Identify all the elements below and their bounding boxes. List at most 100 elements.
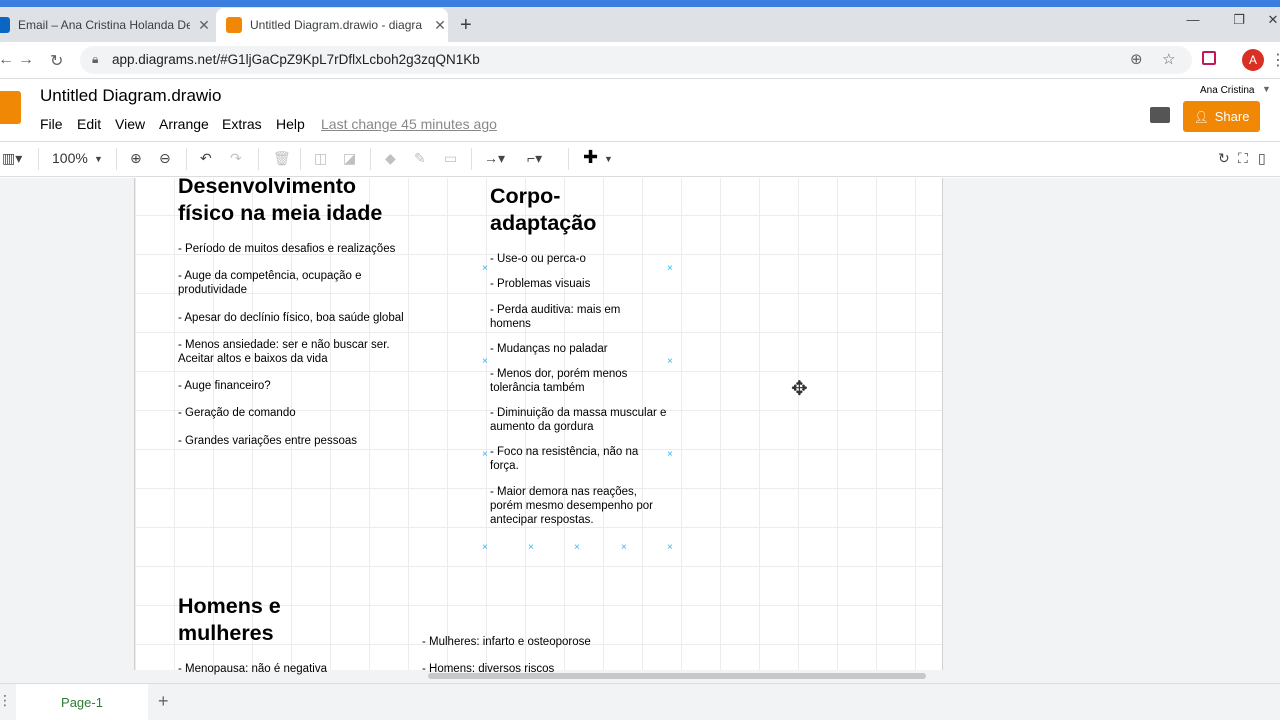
back-icon[interactable]: ← [0,51,14,69]
menu-help[interactable]: Help [276,116,305,132]
chevron-down-icon[interactable]: ▼ [604,154,613,164]
undo-icon[interactable]: ↶ [200,150,212,167]
browser-tab-title: Email – Ana Cristina Holanda De [18,18,190,32]
horizontal-scrollbar[interactable] [428,673,926,679]
forward-icon[interactable]: → [18,51,34,69]
install-icon[interactable]: ⊕ [1130,50,1143,68]
block2-item[interactable]: - Foco na resistência, não na força. [490,445,650,473]
chrome-menu-icon[interactable]: ⋮ [1270,50,1280,70]
last-change-link[interactable]: Last change 45 minutes ago [321,116,497,132]
diagram-canvas[interactable]: Desenvolvimento físico na meia idade - P… [0,178,1280,683]
block1-item[interactable]: - Auge da competência, ocupação e produt… [178,269,378,297]
insert-icon[interactable]: ✚ [583,147,598,168]
bookmark-star-icon[interactable]: ☆ [1162,50,1175,68]
lock-icon: 🔒︎ [92,52,99,66]
delete-icon[interactable]: 🗑︎ [273,150,291,167]
zoom-level[interactable]: 100% [52,150,88,166]
menu-file[interactable]: File [40,116,63,132]
selection-handle[interactable]: × [482,263,488,274]
toolbar-separator [258,148,259,170]
block2-title[interactable]: Corpo-adaptação [490,183,620,237]
fullscreen-icon[interactable]: ⛶ [1238,150,1248,167]
to-front-icon[interactable]: ◫ [314,150,327,167]
menu-extras[interactable]: Extras [222,116,262,132]
add-page-button[interactable]: + [158,691,169,712]
close-window-icon[interactable]: ✕ [1258,12,1280,28]
selection-handle[interactable]: × [574,542,580,553]
block2-item[interactable]: - Menos dor, porém menos tolerância tamb… [490,367,650,395]
block2-item[interactable]: - Mudanças no paladar [490,342,670,356]
close-tab-icon[interactable]: ✕ [196,17,212,34]
block2-item[interactable]: - Maior demora nas reações, porém mesmo … [490,485,665,527]
sync-icon[interactable]: ↻ [1218,150,1230,167]
toolbar-separator [186,148,187,170]
block1-item[interactable]: - Geração de comando [178,406,418,420]
toolbar-separator [38,148,39,170]
pages-menu-icon[interactable]: ⋮ [0,692,12,709]
connection-icon[interactable]: →▾ [484,150,505,167]
close-tab-icon[interactable]: ✕ [432,17,448,34]
document-title[interactable]: Untitled Diagram.drawio [40,86,221,106]
selection-handle[interactable]: × [667,263,673,274]
block1-item[interactable]: - Grandes variações entre pessoas [178,434,418,448]
share-label: Share [1214,109,1250,124]
menu-arrange[interactable]: Arrange [159,116,209,132]
waypoints-icon[interactable]: ⌐▾ [527,150,542,167]
restore-icon[interactable]: ❐ [1224,12,1254,28]
comment-icon[interactable] [1150,107,1170,123]
selection-handle[interactable]: × [482,356,488,367]
menu-edit[interactable]: Edit [77,116,101,132]
selection-handle[interactable]: × [667,356,673,367]
block1-title[interactable]: Desenvolvimento físico na meia idade [178,178,418,227]
browser-tab-drawio[interactable]: Untitled Diagram.drawio - diagra ✕ [216,8,448,42]
block1-item[interactable]: - Apesar do declínio físico, boa saúde g… [178,311,418,325]
format-toggle-icon[interactable]: ▯ [1258,150,1266,167]
extension-icon[interactable] [1202,51,1216,65]
block1-item[interactable]: - Período de muitos desafios e realizaçõ… [178,242,418,256]
selection-handle[interactable]: × [667,542,673,553]
shadow-icon[interactable]: ▭ [444,150,457,167]
toolbar-separator [300,148,301,170]
toolbar-separator [568,148,569,170]
format-panel-icon[interactable]: ▥▾ [2,150,22,167]
block1-item[interactable]: - Auge financeiro? [178,379,418,393]
menu-view[interactable]: View [115,116,145,132]
to-back-icon[interactable]: ◪ [343,150,356,167]
profile-avatar[interactable]: A [1242,49,1264,71]
block3-title[interactable]: Homens e mulheres [178,593,338,647]
share-button[interactable]: 👤︎ Share [1183,101,1260,132]
toolbar: ▥▾ 100% ▼ ⊕ ⊖ ↶ ↷ 🗑︎ ◫ ◪ ◆ ✎ ▭ →▾ ⌐▾ ✚ ▼… [0,141,1280,177]
selection-handle[interactable]: × [528,542,534,553]
fill-color-icon[interactable]: ◆ [385,150,396,167]
line-color-icon[interactable]: ✎ [414,150,426,167]
block4-item[interactable]: - Mulheres: infarto e osteoporose [422,635,662,649]
block2-item[interactable]: - Problemas visuais [490,277,670,291]
zoom-out-icon[interactable]: ⊖ [159,150,171,167]
selection-handle[interactable]: × [621,542,627,553]
diagram-page[interactable]: Desenvolvimento físico na meia idade - P… [134,178,943,675]
omnibox[interactable]: 🔒︎ app.diagrams.net/#G1ljGaCpZ9KpL7rDflx… [80,46,1192,74]
app-header: Untitled Diagram.drawio File Edit View A… [0,79,1280,141]
user-icon: 👤︎ [1193,109,1209,124]
selection-handle[interactable]: × [482,449,488,460]
block2-item[interactable]: - Use-o ou perca-o [490,252,670,266]
block2-item[interactable]: - Diminuição da massa muscular e aumento… [490,406,668,434]
toolbar-separator [116,148,117,170]
outlook-icon [0,17,10,33]
user-name[interactable]: Ana Cristina [1200,85,1254,96]
chevron-down-icon[interactable]: ▼ [94,154,103,164]
block2-item[interactable]: - Perda auditiva: mais em homens [490,303,640,331]
block3-item[interactable]: - Menopausa: não é negativa [178,662,378,676]
redo-icon[interactable]: ↷ [230,150,242,167]
url-text: app.diagrams.net/#G1ljGaCpZ9KpL7rDflxLcb… [112,52,480,67]
selection-handle[interactable]: × [482,542,488,553]
chevron-down-icon[interactable]: ▼ [1262,84,1271,94]
zoom-in-icon[interactable]: ⊕ [130,150,142,167]
new-tab-button[interactable]: + [460,8,472,42]
block1-item[interactable]: - Menos ansiedade: ser e não buscar ser.… [178,338,408,366]
page-tab[interactable]: Page-1 [16,684,148,720]
selection-handle[interactable]: × [667,449,673,460]
reload-icon[interactable]: ↻ [50,51,63,71]
browser-tab-email[interactable]: Email – Ana Cristina Holanda De ✕ [0,8,212,42]
minimize-icon[interactable]: — [1178,12,1208,27]
